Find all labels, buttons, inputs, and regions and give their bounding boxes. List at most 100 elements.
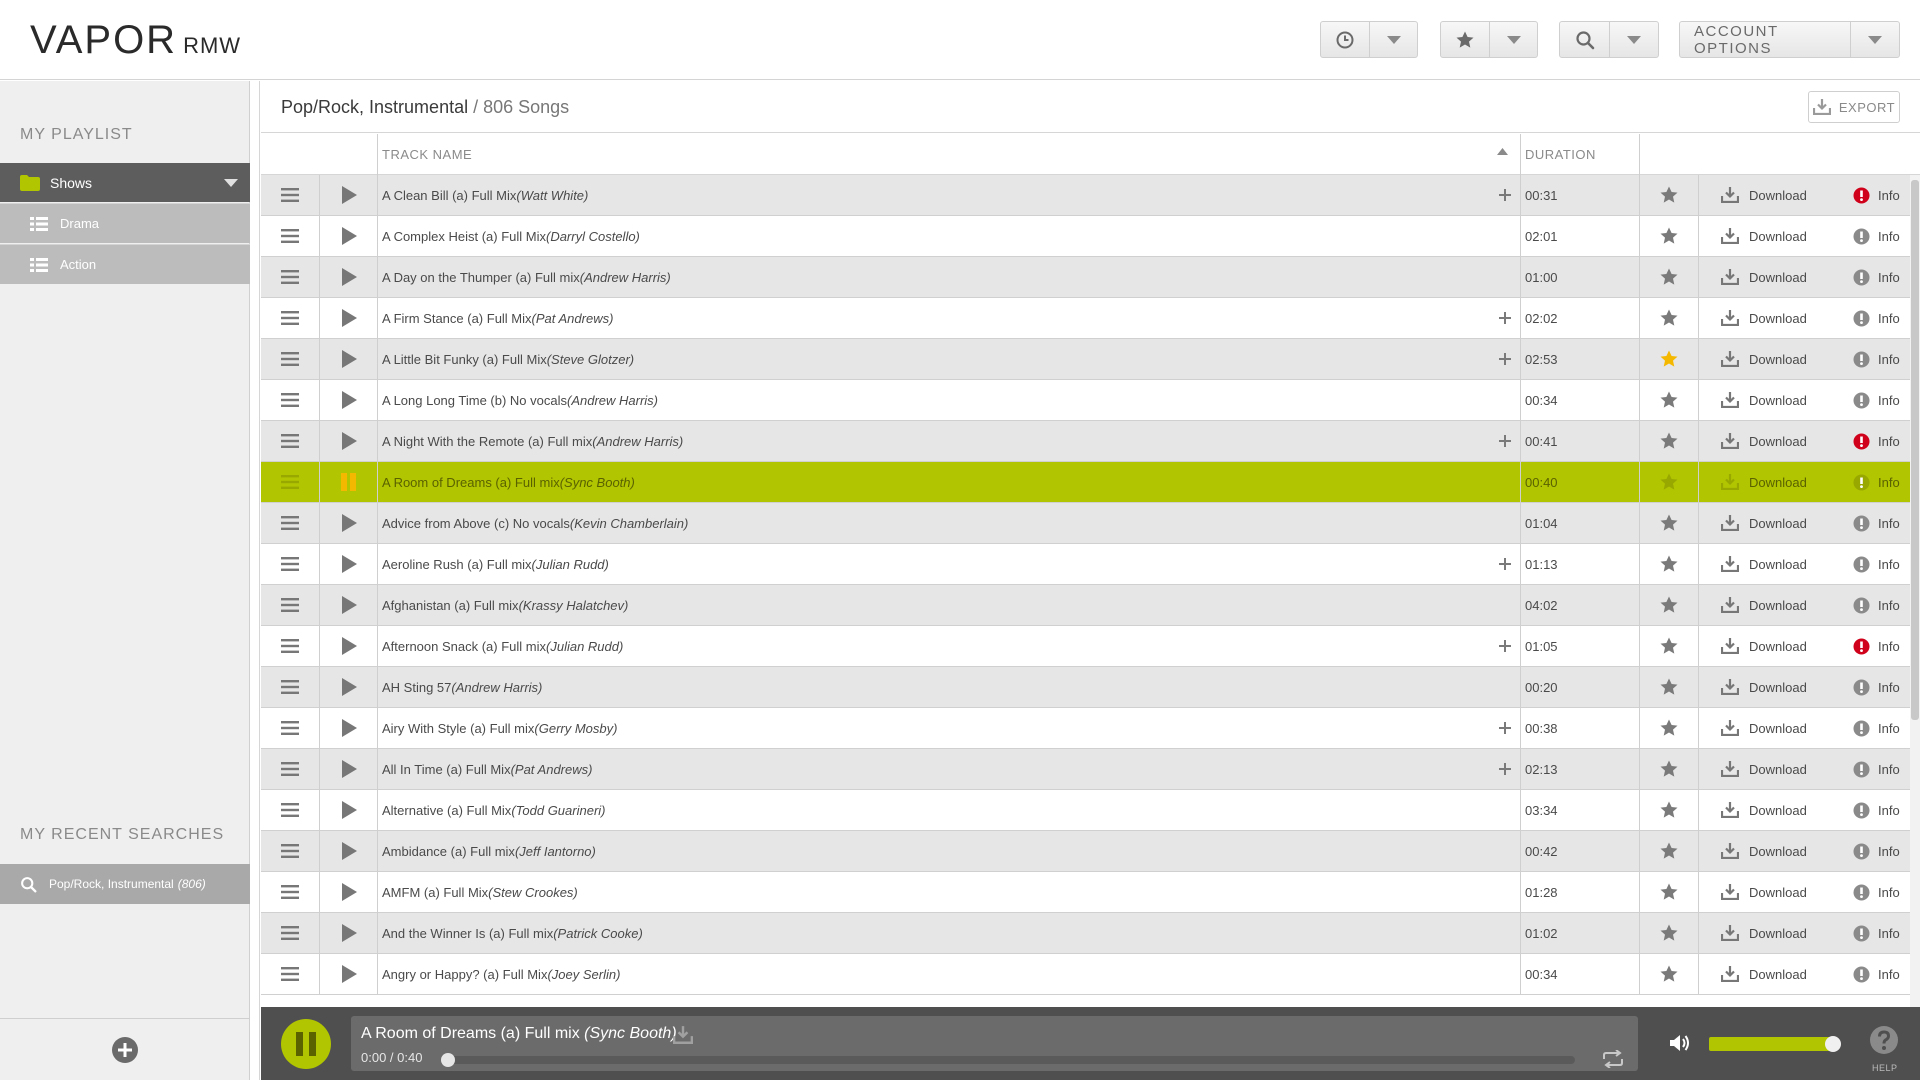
play-button[interactable]: [320, 667, 377, 707]
download-button[interactable]: Download: [1721, 339, 1821, 379]
play-button[interactable]: [320, 503, 377, 543]
search-button[interactable]: [1560, 22, 1609, 57]
table-row[interactable]: A Room of Dreams (a) Full mix (Sync Boot…: [261, 462, 1920, 503]
play-button[interactable]: [320, 954, 377, 994]
table-row[interactable]: A Clean Bill (a) Full Mix (Watt White) 0…: [261, 175, 1920, 216]
download-icon[interactable]: [673, 1026, 693, 1044]
download-button[interactable]: Download: [1721, 544, 1821, 584]
sidebar-item-drama[interactable]: Drama: [0, 203, 250, 243]
favorite-button[interactable]: [1640, 544, 1698, 584]
info-button[interactable]: Info: [1853, 872, 1913, 912]
progress-knob[interactable]: [441, 1053, 455, 1067]
favorite-button[interactable]: [1640, 749, 1698, 789]
play-button[interactable]: [320, 626, 377, 666]
table-row[interactable]: A Day on the Thumper (a) Full mix (Andre…: [261, 257, 1920, 298]
download-button[interactable]: Download: [1721, 708, 1821, 748]
history-dropdown[interactable]: [1369, 22, 1417, 57]
play-button[interactable]: [320, 913, 377, 953]
download-button[interactable]: Download: [1721, 462, 1821, 502]
favorite-button[interactable]: [1640, 708, 1698, 748]
play-button[interactable]: [320, 790, 377, 830]
download-button[interactable]: Download: [1721, 667, 1821, 707]
favorites-dropdown[interactable]: [1489, 22, 1537, 57]
table-row[interactable]: Aeroline Rush (a) Full mix (Julian Rudd)…: [261, 544, 1920, 585]
drag-handle[interactable]: [261, 708, 319, 748]
drag-handle[interactable]: [261, 626, 319, 666]
play-button[interactable]: [320, 872, 377, 912]
table-row[interactable]: Angry or Happy? (a) Full Mix (Joey Serli…: [261, 954, 1920, 995]
download-button[interactable]: Download: [1721, 626, 1821, 666]
sidebar-item-shows[interactable]: Shows: [0, 163, 250, 202]
drag-handle[interactable]: [261, 790, 319, 830]
play-button[interactable]: [320, 831, 377, 871]
table-row[interactable]: AH Sting 57 (Andrew Harris) 00:20 Downlo…: [261, 667, 1920, 708]
drag-handle[interactable]: [261, 749, 319, 789]
drag-handle[interactable]: [261, 216, 319, 256]
table-row[interactable]: AMFM (a) Full Mix (Stew Crookes) 01:28 D…: [261, 872, 1920, 913]
favorite-button[interactable]: [1640, 339, 1698, 379]
favorite-button[interactable]: [1640, 503, 1698, 543]
info-button[interactable]: Info: [1853, 339, 1913, 379]
info-button[interactable]: Info: [1853, 544, 1913, 584]
drag-handle[interactable]: [261, 380, 319, 420]
drag-handle[interactable]: [261, 421, 319, 461]
table-row[interactable]: A Long Long Time (b) No vocals (Andrew H…: [261, 380, 1920, 421]
info-button[interactable]: Info: [1853, 954, 1913, 994]
breadcrumb-category[interactable]: Pop/Rock, Instrumental: [281, 97, 468, 117]
info-button[interactable]: Info: [1853, 175, 1913, 215]
favorite-button[interactable]: [1640, 298, 1698, 338]
table-row[interactable]: All In Time (a) Full Mix (Pat Andrews) 0…: [261, 749, 1920, 790]
favorite-button[interactable]: [1640, 421, 1698, 461]
download-button[interactable]: Download: [1721, 585, 1821, 625]
play-button[interactable]: [320, 216, 377, 256]
info-button[interactable]: Info: [1853, 503, 1913, 543]
favorites-button[interactable]: [1441, 22, 1489, 57]
chevron-down-icon[interactable]: [224, 179, 238, 187]
play-button[interactable]: [320, 749, 377, 789]
account-options-dropdown[interactable]: [1850, 22, 1899, 57]
favorite-button[interactable]: [1640, 257, 1698, 297]
table-row[interactable]: A Firm Stance (a) Full Mix (Pat Andrews)…: [261, 298, 1920, 339]
add-to-playlist-button[interactable]: [1497, 175, 1513, 215]
play-button[interactable]: [320, 380, 377, 420]
favorite-button[interactable]: [1640, 380, 1698, 420]
table-row[interactable]: A Night With the Remote (a) Full mix (An…: [261, 421, 1920, 462]
add-circle-icon[interactable]: [111, 1036, 139, 1064]
download-button[interactable]: Download: [1721, 831, 1821, 871]
download-button[interactable]: Download: [1721, 298, 1821, 338]
play-button[interactable]: [320, 544, 377, 584]
download-button[interactable]: Download: [1721, 380, 1821, 420]
volume-icon[interactable]: [1669, 1033, 1691, 1053]
sidebar-item-action[interactable]: Action: [0, 244, 250, 284]
info-button[interactable]: Info: [1853, 421, 1913, 461]
favorite-button[interactable]: [1640, 216, 1698, 256]
drag-handle[interactable]: [261, 462, 319, 502]
drag-handle[interactable]: [261, 913, 319, 953]
volume-slider[interactable]: [1709, 1037, 1835, 1051]
download-button[interactable]: Download: [1721, 749, 1821, 789]
table-row[interactable]: And the Winner Is (a) Full mix (Patrick …: [261, 913, 1920, 954]
drag-handle[interactable]: [261, 667, 319, 707]
drag-handle[interactable]: [261, 175, 319, 215]
progress-track[interactable]: [445, 1056, 1575, 1064]
info-button[interactable]: Info: [1853, 913, 1913, 953]
column-header-track-name[interactable]: TRACK NAME: [382, 134, 1522, 175]
favorite-button[interactable]: [1640, 790, 1698, 830]
favorite-button[interactable]: [1640, 831, 1698, 871]
info-button[interactable]: Info: [1853, 462, 1913, 502]
volume-knob[interactable]: [1824, 1036, 1841, 1052]
add-to-playlist-button[interactable]: [1497, 298, 1513, 338]
favorite-button[interactable]: [1640, 175, 1698, 215]
history-button[interactable]: [1321, 22, 1369, 57]
drag-handle[interactable]: [261, 544, 319, 584]
drag-handle[interactable]: [261, 872, 319, 912]
repeat-icon[interactable]: [1601, 1050, 1625, 1068]
table-row[interactable]: Afghanistan (a) Full mix (Krassy Halatch…: [261, 585, 1920, 626]
info-button[interactable]: Info: [1853, 298, 1913, 338]
add-to-playlist-button[interactable]: [1497, 421, 1513, 461]
table-row[interactable]: Afternoon Snack (a) Full mix (Julian Rud…: [261, 626, 1920, 667]
favorite-button[interactable]: [1640, 585, 1698, 625]
drag-handle[interactable]: [261, 298, 319, 338]
favorite-button[interactable]: [1640, 462, 1698, 502]
info-button[interactable]: Info: [1853, 380, 1913, 420]
